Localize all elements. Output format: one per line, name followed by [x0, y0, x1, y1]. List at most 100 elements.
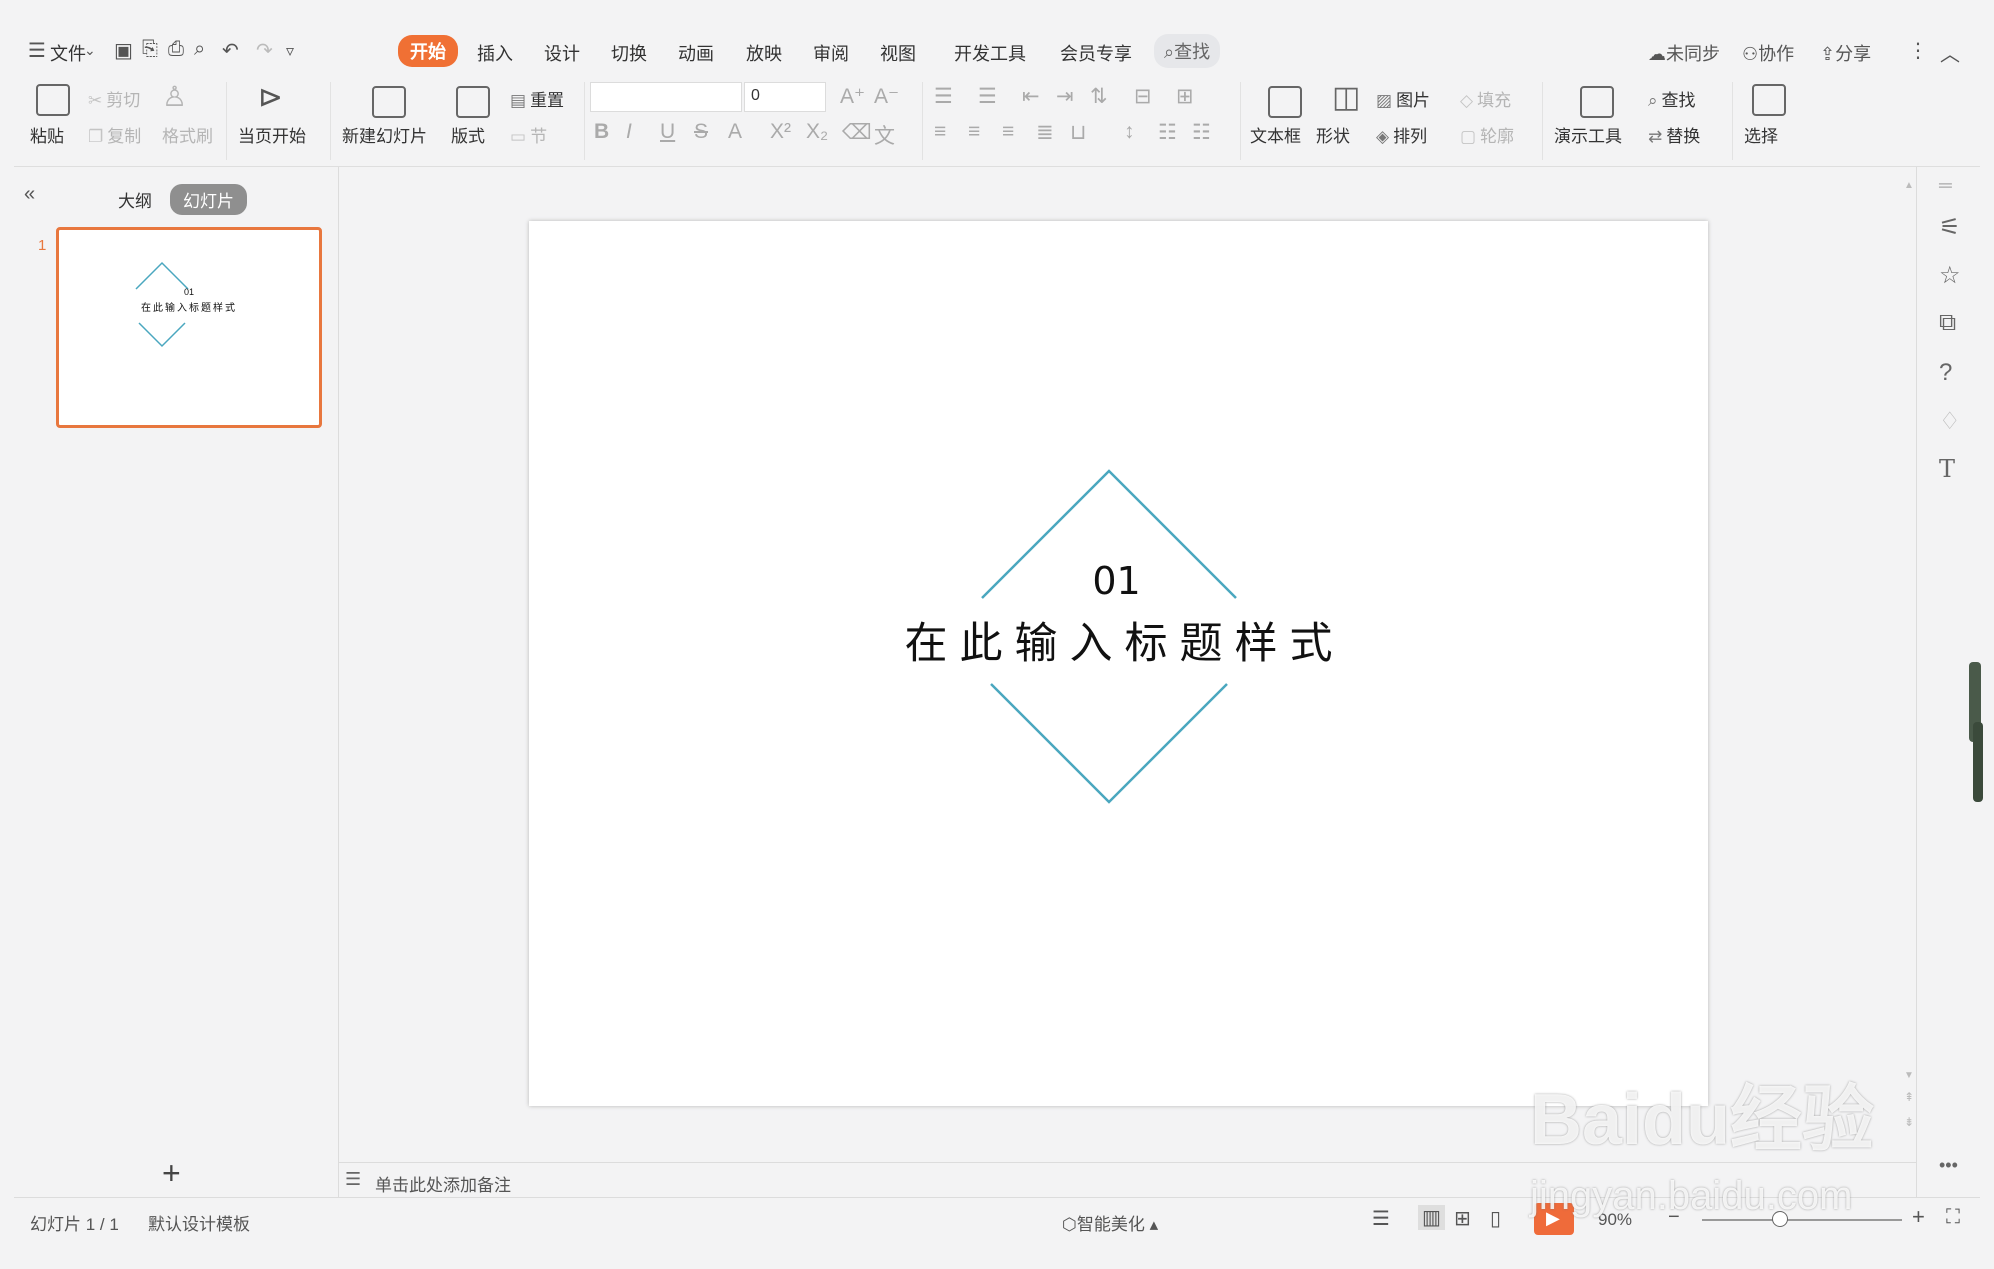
- tab-slides[interactable]: 幻灯片: [170, 184, 247, 215]
- tab-transitions[interactable]: 切换: [611, 40, 647, 66]
- fill-button[interactable]: ◇ 填充: [1460, 86, 1511, 111]
- tab-outline[interactable]: 大纲: [118, 187, 152, 212]
- font-name-select[interactable]: [590, 82, 742, 112]
- add-slide-button[interactable]: +: [162, 1155, 181, 1192]
- justify-icon[interactable]: ≣: [1036, 120, 1054, 145]
- superscript-icon[interactable]: X²: [770, 120, 791, 144]
- format-painter-button[interactable]: 格式刷: [162, 122, 213, 147]
- notes-toggle-icon[interactable]: ☰: [1372, 1206, 1390, 1231]
- chevron-down-icon[interactable]: ⌄: [84, 42, 96, 59]
- side-tab-handle[interactable]: [1973, 722, 1983, 802]
- prev-slide-icon[interactable]: ⇞: [1904, 1090, 1914, 1104]
- collapse-ribbon-icon[interactable]: ︿: [1940, 38, 1960, 67]
- file-menu[interactable]: 文件: [50, 40, 86, 66]
- template-name[interactable]: 默认设计模板: [148, 1210, 250, 1235]
- copy-button[interactable]: ❐ 复制: [88, 122, 141, 147]
- columns-icon[interactable]: ☷: [1192, 120, 1211, 145]
- customize-quick-access-icon[interactable]: ▿: [286, 41, 294, 61]
- section-button[interactable]: ▭ 节: [510, 122, 547, 147]
- presenter-tools-icon[interactable]: [1580, 86, 1614, 118]
- underline-icon[interactable]: U: [660, 120, 675, 144]
- save-icon[interactable]: ▣: [114, 38, 133, 63]
- undo-icon[interactable]: ↶: [222, 38, 239, 63]
- convert-smartart-icon[interactable]: ⊞: [1176, 84, 1194, 109]
- font-color-icon[interactable]: A: [728, 120, 742, 144]
- new-slide-button[interactable]: 新建幻灯片: [342, 122, 427, 147]
- collapse-pane-icon[interactable]: «: [24, 183, 35, 206]
- hamburger-menu-icon[interactable]: ☰: [28, 38, 46, 63]
- redo-icon[interactable]: ↷: [256, 38, 273, 63]
- scroll-down-icon[interactable]: ▼: [1904, 1070, 1914, 1081]
- tab-home[interactable]: 开始: [398, 35, 458, 67]
- next-slide-icon[interactable]: ⇟: [1904, 1115, 1914, 1129]
- tab-insert[interactable]: 插入: [477, 40, 513, 66]
- picture-button[interactable]: ▨ 图片: [1376, 86, 1430, 111]
- star-magic-icon[interactable]: ☆: [1939, 261, 1961, 290]
- select-button[interactable]: 选择: [1744, 122, 1778, 147]
- tab-slideshow[interactable]: 放映: [746, 40, 782, 66]
- numbering-icon[interactable]: ☰: [978, 84, 997, 109]
- slide-sorter-icon[interactable]: ⊞: [1454, 1206, 1471, 1231]
- decrease-font-icon[interactable]: A⁻: [874, 84, 899, 109]
- share-button[interactable]: ⇪分享: [1820, 40, 1871, 66]
- text-direction-icon[interactable]: ⇅: [1090, 84, 1108, 109]
- slide-thumbnail[interactable]: 01 在此输入标题样式: [56, 227, 322, 428]
- textbox-icon[interactable]: [1268, 86, 1302, 118]
- outline-button[interactable]: ▢ 轮廓: [1460, 122, 1514, 147]
- align-right-icon[interactable]: ≡: [1002, 120, 1014, 144]
- line-spacing-icon[interactable]: ↕: [1124, 120, 1135, 144]
- shape-button[interactable]: 形状: [1316, 122, 1350, 147]
- smart-beautify-button[interactable]: ⬡智能美化 ▴: [1062, 1210, 1158, 1235]
- slide-canvas[interactable]: 01 在此输入标题样式: [529, 221, 1708, 1106]
- tab-view[interactable]: 视图: [880, 40, 916, 66]
- sync-status[interactable]: ☁未同步: [1648, 40, 1720, 66]
- distribute-icon[interactable]: ⊔: [1070, 120, 1086, 145]
- reset-button[interactable]: ▤ 重置: [510, 86, 564, 111]
- phonetic-guide-icon[interactable]: 文: [874, 120, 895, 150]
- slide-library-icon[interactable]: ⧉: [1939, 309, 1956, 337]
- decrease-indent-icon[interactable]: ⇤: [1022, 84, 1040, 109]
- print-icon[interactable]: ⎙: [168, 38, 184, 61]
- paste-icon[interactable]: [36, 84, 70, 116]
- drag-handle-icon[interactable]: ═: [1939, 175, 1952, 196]
- search-box[interactable]: ⌕查找: [1154, 34, 1221, 68]
- slide-title[interactable]: 在此输入标题样式: [529, 609, 1708, 671]
- align-left-icon[interactable]: ≡: [934, 120, 946, 144]
- print-preview-icon[interactable]: ⌕: [194, 38, 205, 61]
- increase-font-icon[interactable]: A⁺: [840, 84, 865, 109]
- align-center-icon[interactable]: ≡: [968, 120, 980, 144]
- collaborate-button[interactable]: ⚇协作: [1742, 40, 1794, 66]
- text-style-icon[interactable]: T: [1939, 455, 1955, 483]
- strikethrough-icon[interactable]: S: [694, 120, 708, 144]
- presenter-tools-button[interactable]: 演示工具: [1554, 122, 1622, 147]
- zoom-in-icon[interactable]: +: [1912, 1204, 1925, 1230]
- align-text-icon[interactable]: ⊟: [1134, 84, 1152, 109]
- layout-button[interactable]: 版式: [451, 122, 485, 147]
- tab-design[interactable]: 设计: [544, 40, 580, 66]
- more-horizontal-icon[interactable]: •••: [1939, 1155, 1958, 1176]
- scroll-up-icon[interactable]: ▲: [1904, 180, 1914, 191]
- subscript-icon[interactable]: X₂: [806, 120, 828, 144]
- tab-developer[interactable]: 开发工具: [954, 40, 1026, 66]
- tab-animations[interactable]: 动画: [678, 40, 714, 66]
- increase-indent-icon[interactable]: ⇥: [1056, 84, 1074, 109]
- notes-placeholder[interactable]: 单击此处添加备注: [375, 1171, 511, 1196]
- find-button[interactable]: ⌕ 查找: [1648, 86, 1696, 111]
- bullets-icon[interactable]: ☰: [934, 84, 953, 109]
- fit-window-icon[interactable]: ⛶: [1946, 1206, 1960, 1229]
- new-slide-icon[interactable]: [372, 86, 406, 118]
- layout-icon[interactable]: [456, 86, 490, 118]
- font-size-select[interactable]: 0: [744, 82, 826, 112]
- select-icon[interactable]: [1752, 84, 1786, 116]
- clear-format-icon[interactable]: ⌫: [842, 120, 872, 145]
- help-icon[interactable]: ?: [1939, 359, 1952, 387]
- reading-view-icon[interactable]: ▯: [1490, 1206, 1501, 1231]
- italic-icon[interactable]: I: [626, 120, 632, 144]
- paste-button[interactable]: 粘贴: [30, 122, 64, 147]
- bold-icon[interactable]: B: [594, 120, 609, 144]
- slide-section-number[interactable]: 01: [527, 559, 1706, 603]
- export-pdf-icon[interactable]: ⎘: [142, 38, 158, 61]
- properties-icon[interactable]: ⚟: [1939, 213, 1961, 242]
- more-vertical-icon[interactable]: ⋮: [1908, 38, 1928, 63]
- bulb-icon[interactable]: ♢: [1939, 407, 1961, 436]
